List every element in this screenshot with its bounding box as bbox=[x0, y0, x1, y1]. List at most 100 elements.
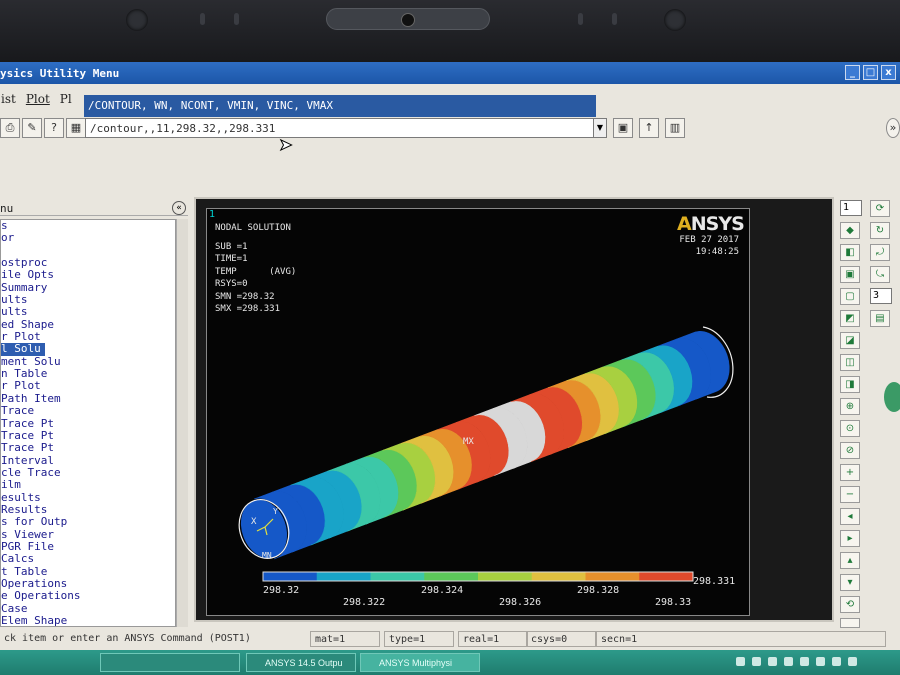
window-title-bar[interactable]: ysics Utility Menu _ □ x bbox=[0, 62, 900, 84]
volume-icon[interactable] bbox=[848, 657, 857, 666]
rate-select[interactable]: 3 bbox=[870, 288, 892, 304]
tray-icon[interactable] bbox=[752, 657, 761, 666]
microphone-icon bbox=[234, 13, 239, 25]
expand-toolbar-icon[interactable]: » bbox=[886, 118, 900, 138]
rotate-z-button[interactable]: ⤾ bbox=[870, 244, 890, 261]
plot-date: FEB 27 2017 bbox=[679, 235, 739, 245]
tray-icon[interactable] bbox=[736, 657, 745, 666]
ansys-logo: ANSYS bbox=[677, 213, 745, 235]
plot-info-line: TIME=1 bbox=[215, 254, 248, 264]
toolbar: ⎙ ✎ ? ▦ /contour,,11,298.32,,298.331 ▼ ▣… bbox=[0, 116, 900, 144]
plot-info-line: RSYS=0 bbox=[215, 279, 248, 289]
menu-plotctrls[interactable]: Pl bbox=[59, 92, 73, 110]
status-mat: mat=1 bbox=[310, 631, 380, 647]
menu-tree-item[interactable]: Calcs bbox=[1, 552, 175, 565]
menu-list[interactable]: ist bbox=[0, 92, 17, 110]
window-number: 1 bbox=[209, 209, 216, 220]
microphone-icon bbox=[578, 13, 583, 25]
back-view-button[interactable]: ▢ bbox=[840, 288, 860, 305]
legend-label: 298.33 bbox=[655, 597, 692, 608]
tray-icon[interactable] bbox=[768, 657, 777, 666]
dynamic-mode-button[interactable]: ▤ bbox=[870, 310, 890, 327]
menu-tree-item[interactable]: r Plot bbox=[1, 380, 175, 393]
menu-tree-item[interactable]: ile Opts bbox=[1, 269, 175, 282]
legend-swatch bbox=[639, 572, 694, 581]
oblique-view-button[interactable]: ◧ bbox=[840, 244, 860, 261]
win-zoom-icon[interactable]: ⊘ bbox=[840, 442, 860, 459]
menu-tree-item[interactable]: cle Trace bbox=[1, 466, 175, 479]
rotate-cw-icon[interactable]: ⟲ bbox=[840, 596, 860, 613]
left-view-button[interactable]: ◫ bbox=[840, 354, 860, 371]
triad-x-label: X bbox=[251, 517, 257, 527]
rotate-button[interactable]: ↻ bbox=[870, 222, 890, 239]
menu-tree-item[interactable]: l Solu bbox=[1, 343, 45, 356]
pan-left-icon[interactable]: ◂ bbox=[840, 508, 860, 525]
top-view-button[interactable]: ◩ bbox=[840, 310, 860, 327]
legend-swatch bbox=[263, 572, 318, 581]
bottom-view-button[interactable]: ◪ bbox=[840, 332, 860, 349]
taskbar-task-ansys-multiphysics[interactable]: ANSYS Multiphysi bbox=[360, 653, 480, 672]
menu-tree-item[interactable]: Trace Pt bbox=[1, 417, 175, 430]
pan-right-icon[interactable]: ▸ bbox=[840, 530, 860, 547]
save-db-button[interactable]: ⎙ bbox=[0, 118, 20, 138]
menu-tree-item[interactable]: ults bbox=[1, 306, 175, 319]
menu-scrollbar[interactable] bbox=[176, 219, 188, 627]
max-marker: MX bbox=[463, 437, 474, 447]
help-button[interactable]: ? bbox=[44, 118, 64, 138]
legend-swatch bbox=[316, 572, 371, 581]
status-secn: secn=1 bbox=[596, 631, 886, 647]
chevron-down-icon[interactable]: ▼ bbox=[593, 118, 607, 138]
taskbar-task[interactable] bbox=[100, 653, 240, 672]
window-select[interactable]: 1 bbox=[840, 200, 862, 216]
laptop-bezel bbox=[0, 0, 900, 62]
menu-tree-item[interactable]: Trace bbox=[1, 404, 175, 417]
resume-db-button[interactable]: ✎ bbox=[22, 118, 42, 138]
side-tab-icon[interactable] bbox=[884, 382, 900, 412]
tray-icon[interactable] bbox=[784, 657, 793, 666]
tray-icon[interactable] bbox=[816, 657, 825, 666]
menu-tree-item[interactable]: Trace Pt bbox=[1, 441, 175, 454]
command-input[interactable]: /contour,,11,298.32,,298.331 bbox=[85, 118, 595, 138]
network-icon[interactable] bbox=[832, 657, 841, 666]
maximize-button[interactable]: □ bbox=[863, 65, 878, 80]
webcam-icon bbox=[326, 8, 490, 30]
command-tooltip: /CONTOUR, WN, NCONT, VMIN, VINC, VMAX bbox=[84, 95, 596, 117]
menu-tree-item[interactable]: s bbox=[1, 220, 175, 232]
rotate-ccw-icon[interactable] bbox=[840, 618, 860, 628]
raise-hidden-button[interactable]: ▣ bbox=[613, 118, 633, 138]
fit-view-button[interactable]: ⟳ bbox=[870, 200, 890, 217]
legend-label: 298.322 bbox=[343, 597, 386, 608]
plot-info-line: SMN =298.32 bbox=[215, 291, 275, 302]
legend-label: 298.324 bbox=[421, 585, 464, 596]
window-title: ysics Utility Menu bbox=[0, 67, 120, 80]
plot-info-line: TEMP (AVG) bbox=[215, 266, 297, 277]
taskbar-task-ansys-output[interactable]: ANSYS 14.5 Outpu bbox=[246, 653, 356, 672]
menu-tree-item[interactable]: or bbox=[1, 231, 175, 244]
reset-picking-button[interactable]: ↑ bbox=[639, 118, 659, 138]
legend-swatch bbox=[370, 572, 425, 581]
collapse-menu-icon[interactable]: « bbox=[172, 201, 186, 215]
zoom-icon[interactable]: ⊕ bbox=[840, 398, 860, 415]
bezel-screw-icon bbox=[126, 9, 148, 31]
iso-view-button[interactable]: ◆ bbox=[840, 222, 860, 239]
menu-tree-item[interactable]: Elem Shape bbox=[1, 614, 175, 626]
pan-up-icon[interactable]: ▴ bbox=[840, 552, 860, 569]
menu-tree-item[interactable]: e Operations bbox=[1, 589, 175, 602]
right-view-button[interactable]: ◨ bbox=[840, 376, 860, 393]
zoom-in-icon[interactable]: + bbox=[840, 464, 860, 481]
graphics-viewport[interactable]: 1 NODAL SOLUTION SUB =1 TIME=1 TEMP (AVG) RS… bbox=[206, 208, 750, 616]
menu-plot[interactable]: Plot bbox=[25, 92, 51, 110]
menu-tree-item[interactable]: s for Outp bbox=[1, 515, 175, 528]
zoom-out-icon[interactable]: − bbox=[840, 486, 860, 503]
triad-y-label: Y bbox=[273, 507, 278, 516]
close-button[interactable]: x bbox=[881, 65, 896, 80]
pan-down-icon[interactable]: ▾ bbox=[840, 574, 860, 591]
minimize-button[interactable]: _ bbox=[845, 65, 860, 80]
rotate-x-button[interactable]: ⤿ bbox=[870, 266, 890, 283]
front-view-button[interactable]: ▣ bbox=[840, 266, 860, 283]
contact-manager-button[interactable]: ▥ bbox=[665, 118, 685, 138]
box-zoom-icon[interactable]: ⊙ bbox=[840, 420, 860, 437]
bluetooth-icon[interactable] bbox=[800, 657, 809, 666]
webcam-lens-icon bbox=[401, 13, 415, 27]
menu-tree-item[interactable]: ilm bbox=[1, 478, 175, 491]
